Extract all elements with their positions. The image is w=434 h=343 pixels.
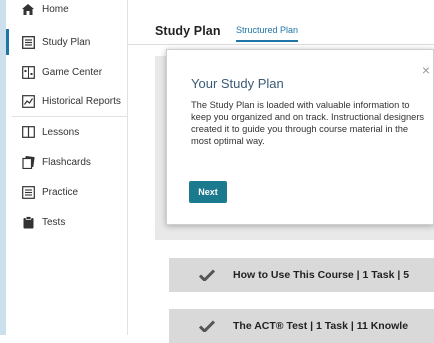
- sidebar-item-label: Practice: [42, 186, 79, 198]
- lesson-title: How to Use This Course | 1 Task | 5: [233, 269, 410, 281]
- game-center-icon: [21, 65, 35, 79]
- sidebar-item-label: Study Plan: [42, 36, 91, 48]
- sidebar-item-label: Home: [42, 3, 69, 15]
- sidebar-item-label: Game Center: [42, 66, 103, 78]
- practice-list-icon: [21, 185, 35, 199]
- lesson-title: The ACT® Test | 1 Task | 11 Knowle: [233, 320, 409, 332]
- clipboard-icon: [21, 215, 35, 229]
- sidebar: Home Study Plan Game Center Historical R…: [6, 0, 128, 335]
- sidebar-item-game-center[interactable]: Game Center: [6, 59, 127, 85]
- book-icon: [21, 125, 35, 139]
- study-plan-icon: [21, 35, 35, 49]
- chart-icon: [21, 94, 35, 108]
- checkmark-icon: [199, 320, 219, 332]
- study-plan-tour-modal: × Your Study Plan The Study Plan is load…: [166, 49, 434, 225]
- tab-structured-plan[interactable]: Structured Plan: [236, 25, 299, 42]
- sidebar-item-label: Tests: [42, 216, 66, 228]
- sidebar-item-historical-reports[interactable]: Historical Reports: [6, 88, 127, 114]
- sidebar-item-tests[interactable]: Tests: [6, 209, 127, 235]
- sidebar-item-study-plan[interactable]: Study Plan: [6, 29, 127, 55]
- close-icon[interactable]: ×: [419, 63, 433, 77]
- sidebar-item-practice[interactable]: Practice: [6, 179, 127, 205]
- checkmark-icon: [199, 269, 219, 281]
- sidebar-item-label: Flashcards: [42, 156, 91, 168]
- modal-title: Your Study Plan: [191, 76, 284, 91]
- sidebar-divider: [12, 116, 127, 117]
- lesson-row[interactable]: The ACT® Test | 1 Task | 11 Knowle: [169, 309, 434, 343]
- sidebar-item-label: Historical Reports: [42, 95, 121, 107]
- sidebar-item-label: Lessons: [42, 126, 80, 138]
- tabs-bar: Study Plan Structured Plan: [128, 14, 434, 45]
- sidebar-item-home[interactable]: Home: [6, 0, 127, 18]
- sidebar-item-lessons[interactable]: Lessons: [6, 119, 127, 145]
- modal-body-text: The Study Plan is loaded with valuable i…: [191, 100, 425, 146]
- flashcards-icon: [21, 155, 35, 169]
- sidebar-item-flashcards[interactable]: Flashcards: [6, 149, 127, 175]
- lesson-row[interactable]: How to Use This Course | 1 Task | 5: [169, 258, 434, 292]
- home-icon: [21, 2, 35, 16]
- next-button[interactable]: Next: [189, 181, 227, 203]
- page-title: Study Plan: [155, 24, 221, 38]
